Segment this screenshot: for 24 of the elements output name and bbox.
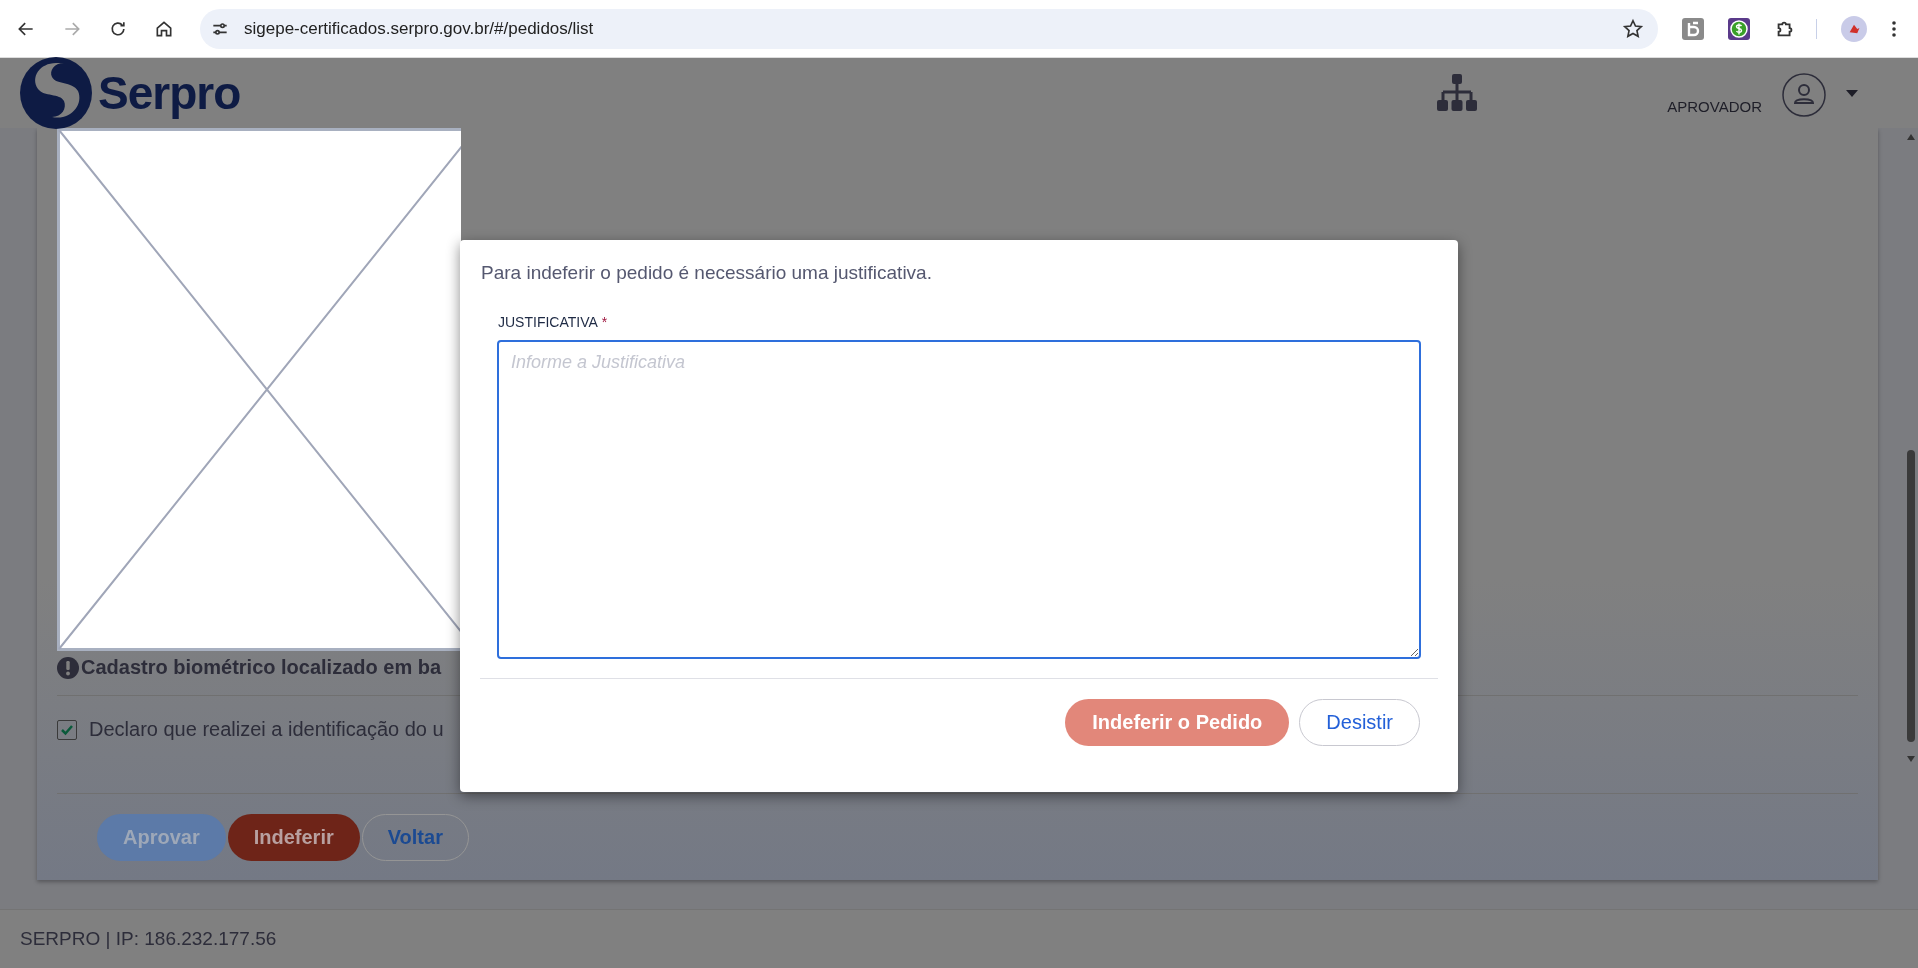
caret-icon[interactable] (1846, 89, 1858, 97)
declaration-label: Declaro que realizei a identificação do u (89, 718, 444, 741)
exclamation-icon (57, 656, 79, 679)
user-avatar-icon[interactable] (1782, 73, 1826, 117)
required-mark: * (601, 314, 608, 330)
dialog-button[interactable]: Desistir (1299, 699, 1420, 746)
menu-icon[interactable] (1891, 18, 1897, 39)
profile-avatar-icon[interactable] (1841, 15, 1867, 42)
dialog-button[interactable]: Indeferir o Pedido (1065, 699, 1290, 746)
sitemap-icon[interactable] (1437, 74, 1478, 112)
action-button[interactable]: Indeferir (227, 814, 360, 861)
declaration-checkbox[interactable] (57, 719, 77, 740)
extension-icon[interactable] (1682, 17, 1704, 40)
bookmark-star-icon[interactable] (1622, 17, 1644, 40)
biometric-notice: Cadastro biométrico localizado em ba (81, 656, 442, 679)
dollar-extension-icon[interactable] (1728, 17, 1750, 40)
footer-text: SERPRO | IP: 186.232.177.56 (20, 928, 277, 950)
address-bar[interactable]: sigepe-certificados.serpro.gov.br/#/pedidos/list (200, 8, 1658, 49)
justification-field[interactable]: Informe a Justificativa (497, 340, 1421, 659)
user-role: APROVADOR (1667, 97, 1762, 115)
dialog-message: Para indeferir o pedido é necessário uma justificativa. (481, 262, 933, 284)
url-text: sigepe-certificados.serpro.gov.br/#/pedidos/list (244, 18, 595, 39)
field-label: JUSTIFICATIVA (498, 314, 598, 330)
logo-text: Serpro (98, 66, 241, 120)
